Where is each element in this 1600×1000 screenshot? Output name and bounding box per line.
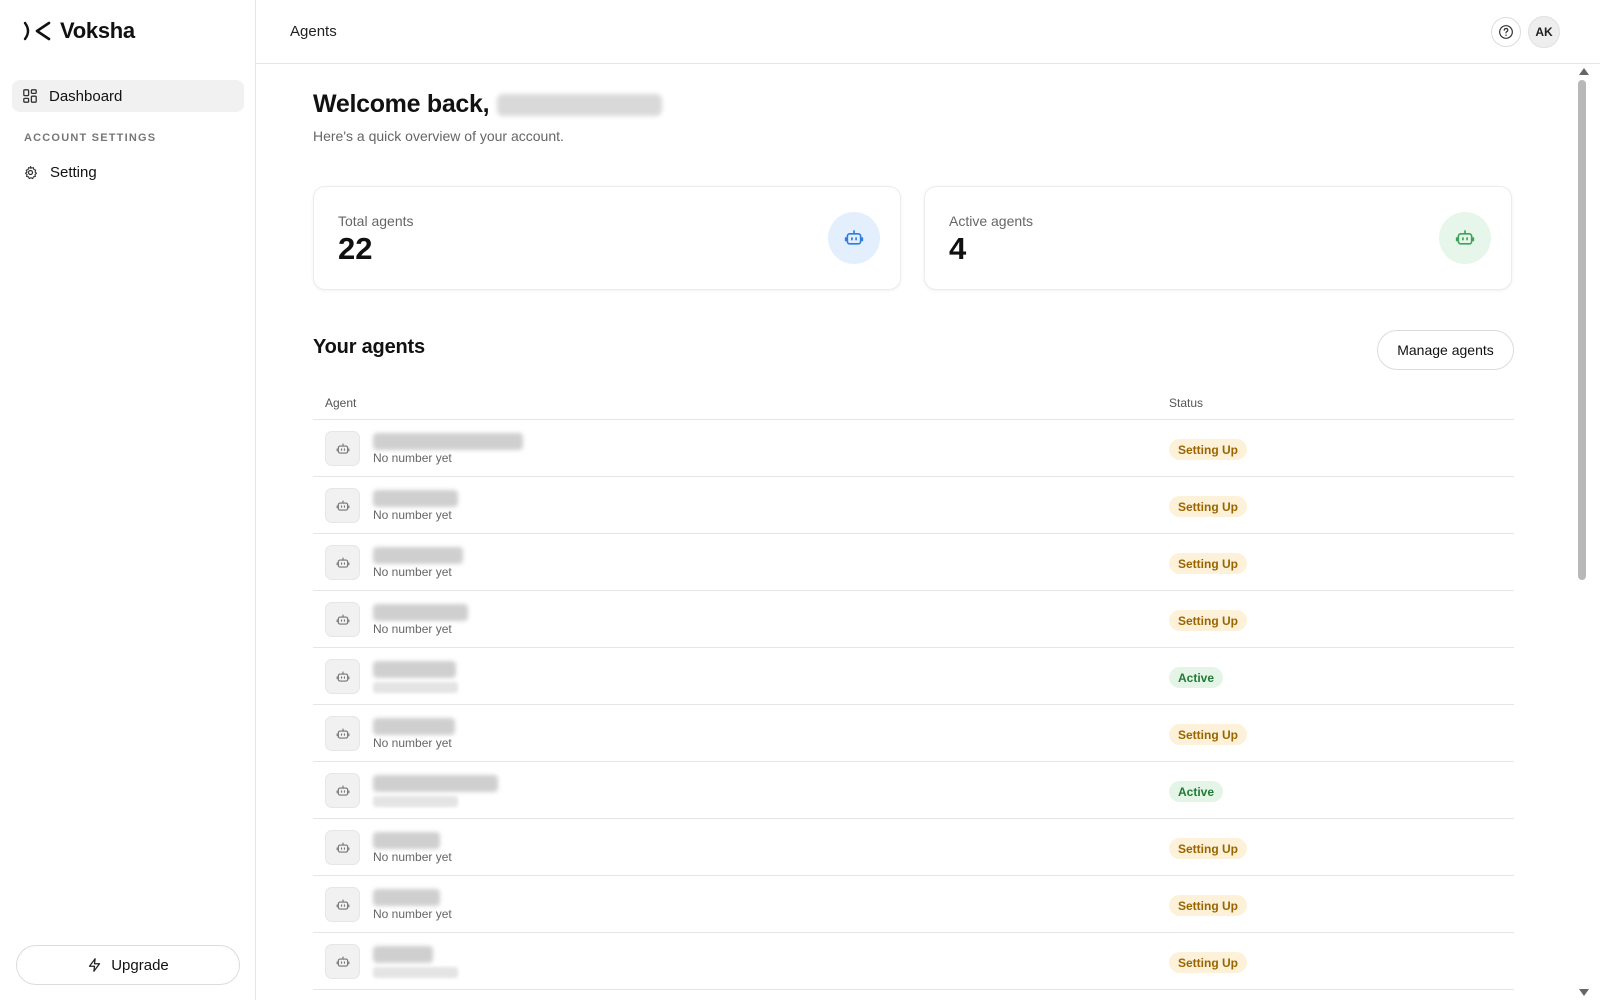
lightning-icon (89, 958, 101, 972)
status-column-header: Status (1169, 396, 1204, 410)
table-row[interactable]: No number yet Setting Up (313, 876, 1514, 933)
stat-value: 4 (949, 231, 967, 266)
active-agents-card: Active agents 4 (924, 186, 1512, 290)
scroll-up-arrow-icon[interactable] (1579, 68, 1589, 75)
blurred-agent-phone-number (373, 682, 458, 693)
top-bar: Agents AK (256, 0, 1600, 64)
sidebar-item-setting[interactable]: Setting (12, 156, 244, 188)
gear-icon (25, 165, 37, 179)
table-body: No number yet Setting Up No number yet Sett… (313, 420, 1514, 990)
robot-icon (325, 602, 360, 637)
blurred-agent-name (373, 718, 455, 735)
welcome-heading: Welcome back, (313, 90, 663, 119)
blurred-agent-name (373, 490, 458, 507)
page-title: Agents (290, 23, 337, 40)
manage-agents-button[interactable]: Manage agents (1377, 330, 1514, 370)
agent-phone-number: No number yet (373, 850, 452, 864)
blurred-agent-name (373, 946, 433, 963)
sidebar: Voksha Dashboard ACCOUNT SETTINGS Settin… (0, 0, 256, 1000)
stat-label: Total agents (338, 213, 414, 229)
brand-name: Voksha (60, 18, 135, 43)
blurred-agent-name (373, 832, 440, 849)
status-badge: Setting Up (1169, 724, 1247, 745)
voksha-logo-icon (23, 21, 51, 41)
dashboard-grid-icon (23, 89, 37, 103)
agent-column-header: Agent (325, 396, 357, 410)
robot-icon (1439, 212, 1491, 264)
status-badge: Setting Up (1169, 439, 1247, 460)
brand-logo[interactable]: Voksha (23, 18, 135, 44)
table-row[interactable]: Active (313, 648, 1514, 705)
robot-icon (325, 773, 360, 808)
robot-icon (325, 488, 360, 523)
table-row[interactable]: No number yet Setting Up (313, 477, 1514, 534)
blurred-user-name (497, 93, 663, 116)
status-badge: Active (1169, 781, 1224, 802)
blurred-agent-phone-number (373, 796, 458, 807)
main-content: Welcome back, Here's a quick overview of… (256, 64, 1569, 1000)
sidebar-item-dashboard[interactable]: Dashboard (12, 80, 244, 112)
agent-phone-number: No number yet (373, 565, 452, 579)
status-badge: Setting Up (1169, 952, 1247, 973)
blurred-agent-name (373, 604, 468, 621)
blurred-agent-name (373, 661, 456, 678)
upgrade-label: Upgrade (111, 956, 169, 974)
agent-phone-number: No number yet (373, 451, 452, 465)
scrollbar-thumb[interactable] (1578, 80, 1586, 580)
blurred-agent-name (373, 775, 498, 792)
avatar[interactable]: AK (1528, 16, 1560, 48)
robot-icon (325, 431, 360, 466)
table-header: Agent Status (313, 380, 1514, 420)
sidebar-item-label: Dashboard (49, 87, 123, 105)
status-badge: Setting Up (1169, 496, 1247, 517)
agent-phone-number: No number yet (373, 622, 452, 636)
scroll-down-arrow-icon[interactable] (1579, 989, 1589, 996)
agent-phone-number: No number yet (373, 736, 452, 750)
sidebar-item-label: Setting (50, 163, 97, 181)
robot-icon (325, 830, 360, 865)
table-row[interactable]: No number yet Setting Up (313, 534, 1514, 591)
status-badge: Setting Up (1169, 553, 1247, 574)
account-settings-section-label: ACCOUNT SETTINGS (24, 132, 157, 144)
blurred-agent-name (373, 889, 440, 906)
robot-icon (828, 212, 880, 264)
robot-icon (325, 716, 360, 751)
status-badge: Setting Up (1169, 610, 1247, 631)
agent-phone-number: No number yet (373, 907, 452, 921)
table-row[interactable]: No number yet Setting Up (313, 705, 1514, 762)
help-button[interactable] (1491, 17, 1521, 47)
vertical-scrollbar[interactable] (1569, 64, 1600, 1000)
total-agents-card: Total agents 22 (313, 186, 901, 290)
robot-icon (325, 887, 360, 922)
table-row[interactable]: No number yet Setting Up (313, 420, 1514, 477)
robot-icon (325, 659, 360, 694)
upgrade-button[interactable]: Upgrade (16, 945, 240, 985)
status-badge: Active (1169, 667, 1224, 688)
table-row[interactable]: No number yet Setting Up (313, 819, 1514, 876)
help-circle-icon (1499, 25, 1513, 39)
table-row[interactable]: Active (313, 762, 1514, 819)
blurred-agent-name (373, 547, 463, 564)
stat-label: Active agents (949, 213, 1034, 229)
robot-icon (325, 545, 360, 580)
table-row[interactable]: No number yet Setting Up (313, 591, 1514, 648)
status-badge: Setting Up (1169, 838, 1247, 859)
status-badge: Setting Up (1169, 895, 1247, 916)
table-row[interactable]: Setting Up (313, 933, 1514, 990)
your-agents-heading: Your agents (313, 336, 425, 358)
agents-table: Agent Status No number yet Setting Up No n… (313, 380, 1514, 990)
agent-phone-number: No number yet (373, 508, 452, 522)
blurred-agent-phone-number (373, 967, 458, 978)
stat-value: 22 (338, 231, 373, 266)
welcome-text: Welcome back, (313, 90, 490, 118)
welcome-subtitle: Here's a quick overview of your account. (313, 128, 564, 144)
robot-icon (325, 944, 360, 979)
blurred-agent-name (373, 433, 523, 450)
